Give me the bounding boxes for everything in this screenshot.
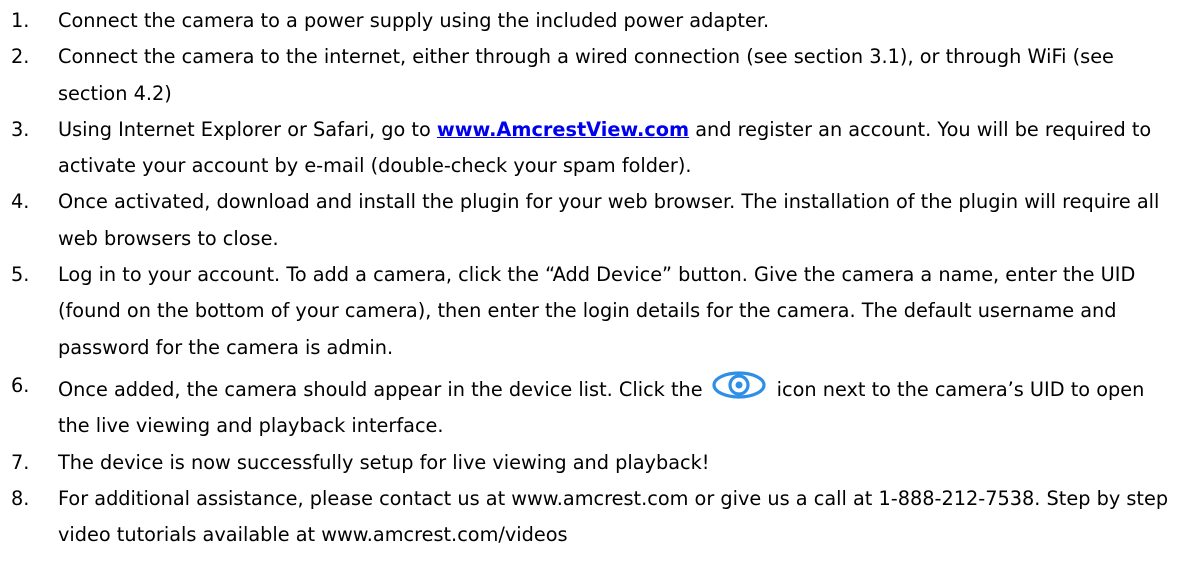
step-text-before-icon: Once added, the camera should appear in … [58,377,703,401]
step-number: 8. [11,486,30,510]
step-text: Once activated, download and install the… [58,190,1160,250]
step-text: Connect the camera to the internet, eith… [58,45,1114,105]
step-number: 2. [11,45,30,69]
step-3: 3. Using Internet Explorer or Safari, go… [0,112,1181,185]
step-1: 1. Connect the camera to a power supply … [0,3,1181,39]
amcrestview-link[interactable]: www.AmcrestView.com [437,118,689,141]
step-7: 7. The device is now successfully setup … [0,445,1181,481]
eye-icon [712,371,766,399]
setup-steps-list: 1. Connect the camera to a power supply … [0,3,1181,553]
step-text-before-link: Using Internet Explorer or Safari, go to [58,117,437,141]
step-text: For additional assistance, please contac… [58,486,1169,547]
step-8: 8. For additional assistance, please con… [0,481,1181,554]
step-text: Using Internet Explorer or Safari, go to… [58,112,1173,185]
step-number: 4. [11,190,30,214]
instruction-page: 1. Connect the camera to a power supply … [0,0,1181,562]
step-2: 2. Connect the camera to the internet, e… [0,39,1181,112]
step-text: The device is now successfully setup for… [58,450,710,474]
step-text: Connect the camera to a power supply usi… [58,9,770,32]
step-text: Once added, the camera should appear in … [58,368,1173,445]
step-number: 3. [11,117,30,141]
step-4: 4. Once activated, download and install … [0,184,1181,257]
step-text: Log in to your account. To add a camera,… [58,263,1136,359]
step-5: 5. Log in to your account. To add a came… [0,257,1181,366]
step-number: 1. [11,9,30,32]
step-6: 6. Once added, the camera should appear … [0,368,1181,445]
step-number: 6. [11,373,30,397]
step-number: 7. [11,450,30,474]
step-number: 5. [11,263,30,287]
